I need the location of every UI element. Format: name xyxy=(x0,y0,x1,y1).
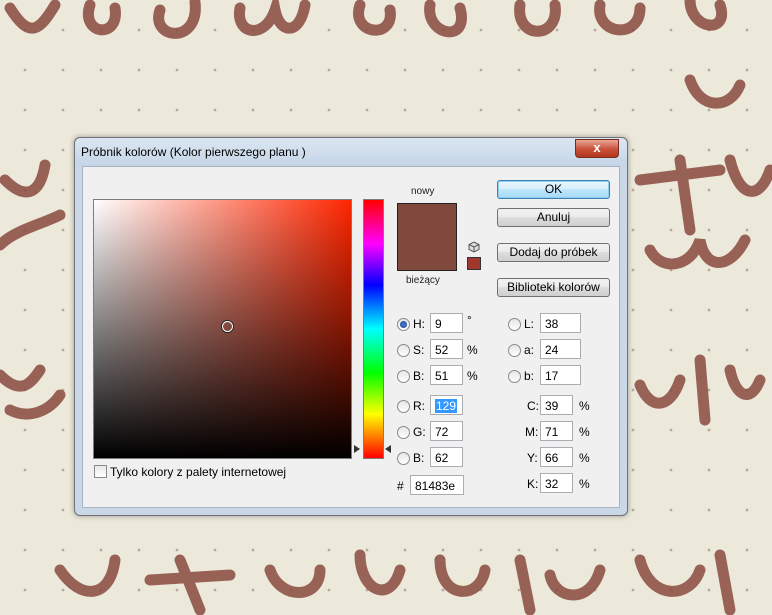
green-field[interactable]: 72 xyxy=(430,421,463,441)
lab-a-label: a: xyxy=(524,343,535,357)
brightness-field[interactable]: 51 xyxy=(430,365,463,385)
blue-radio[interactable] xyxy=(397,452,410,465)
lab-b-field[interactable]: 17 xyxy=(540,365,581,385)
saturation-label: S: xyxy=(413,343,425,357)
black-label: K: xyxy=(527,477,539,491)
saturation-field[interactable]: 52 xyxy=(430,339,463,359)
hue-unit: ° xyxy=(467,313,472,327)
yellow-field[interactable]: 66 xyxy=(540,447,573,467)
lab-l-radio[interactable] xyxy=(508,318,521,331)
hue-radio[interactable] xyxy=(397,318,410,331)
color-field-marker[interactable] xyxy=(222,321,233,332)
web-safe-cube-icon[interactable] xyxy=(468,241,480,253)
saturation-radio[interactable] xyxy=(397,344,410,357)
brightness-radio[interactable] xyxy=(397,370,410,383)
add-to-swatches-button[interactable]: Dodaj do próbek xyxy=(497,243,610,262)
lab-a-radio[interactable] xyxy=(508,344,521,357)
black-unit: % xyxy=(579,477,590,491)
cyan-unit: % xyxy=(579,399,590,413)
lab-a-field[interactable]: 24 xyxy=(540,339,581,359)
web-colors-only-checkbox[interactable] xyxy=(94,465,107,478)
magenta-field[interactable]: 71 xyxy=(540,421,573,441)
yellow-label: Y: xyxy=(527,451,538,465)
saturation-unit: % xyxy=(467,343,478,357)
new-color-label: nowy xyxy=(411,186,435,197)
red-field[interactable]: 129 xyxy=(430,395,463,415)
red-radio[interactable] xyxy=(397,400,410,413)
lab-b-radio[interactable] xyxy=(508,370,521,383)
green-label: G: xyxy=(413,425,426,439)
hue-field[interactable]: 9 xyxy=(430,313,463,333)
green-radio[interactable] xyxy=(397,426,410,439)
hue-slider[interactable] xyxy=(363,199,384,459)
red-field-selection: 129 xyxy=(435,399,458,413)
title-bar[interactable]: Próbnik kolorów (Kolor pierwszego planu … xyxy=(75,138,627,166)
black-field[interactable]: 32 xyxy=(540,473,573,493)
hex-label: # xyxy=(397,479,404,493)
color-field[interactable] xyxy=(93,199,352,459)
web-safe-color-swatch[interactable] xyxy=(467,257,481,270)
hue-label: H: xyxy=(413,317,425,331)
close-button[interactable]: x xyxy=(575,139,619,158)
current-color-label: bieżący xyxy=(406,275,440,286)
cancel-button[interactable]: Anuluj xyxy=(497,208,610,227)
dialog-title: Próbnik kolorów (Kolor pierwszego planu … xyxy=(81,145,306,159)
brightness-label: B: xyxy=(413,369,425,383)
cyan-label: C: xyxy=(527,399,539,413)
lab-l-field[interactable]: 38 xyxy=(540,313,581,333)
web-colors-only-label: Tylko kolory z palety internetowej xyxy=(110,465,287,479)
brightness-unit: % xyxy=(467,369,478,383)
blue-field[interactable]: 62 xyxy=(430,447,463,467)
ok-button[interactable]: OK xyxy=(497,180,610,199)
lab-b-label: b: xyxy=(524,369,535,383)
cyan-field[interactable]: 39 xyxy=(540,395,573,415)
color-picker-dialog: Próbnik kolorów (Kolor pierwszego planu … xyxy=(74,137,628,516)
color-libraries-button[interactable]: Biblioteki kolorów xyxy=(497,278,610,297)
hex-field[interactable]: 81483e xyxy=(410,475,464,495)
color-preview-swatch xyxy=(397,203,457,271)
lab-l-label: L: xyxy=(524,317,535,331)
hue-slider-right-arrow[interactable] xyxy=(385,445,391,453)
red-label: R: xyxy=(413,399,425,413)
magenta-unit: % xyxy=(579,425,590,439)
dialog-body: nowy bieżący OK Anuluj Dodaj do próbek B… xyxy=(82,166,620,508)
yellow-unit: % xyxy=(579,451,590,465)
hue-slider-left-arrow[interactable] xyxy=(354,445,360,453)
magenta-label: M: xyxy=(525,425,539,439)
blue-label: B: xyxy=(413,451,425,465)
